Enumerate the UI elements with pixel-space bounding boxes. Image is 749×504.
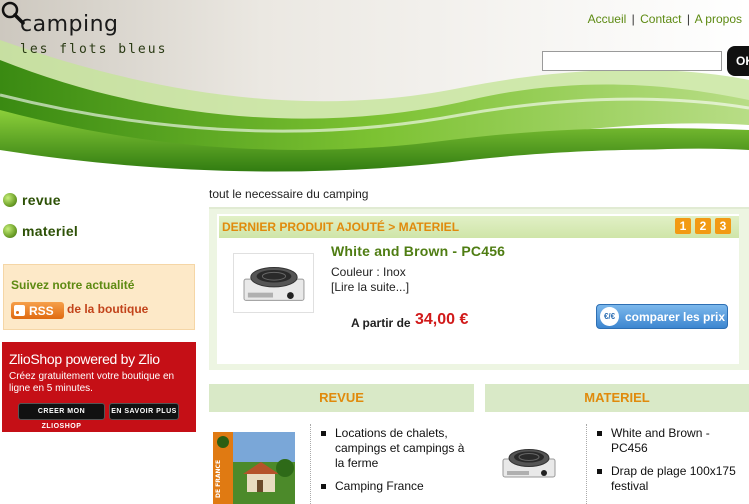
shop-feed-link[interactable]: de la boutique (67, 302, 148, 316)
search-icon (1, 1, 25, 25)
follow-news-box: Suivez notre actualité RSS de la boutiqu… (3, 264, 195, 330)
featured-product-panel: DERNIER PRODUIT AJOUTÉ > MATERIEL 1 2 3 … (209, 207, 749, 370)
top-navigation: Accueil | Contact | A propos (588, 12, 742, 26)
page: camping les flots bleus Accueil | Contac… (0, 0, 749, 504)
sidebar-item-label: revue (22, 192, 61, 208)
site-title[interactable]: camping (20, 12, 119, 37)
header: camping les flots bleus Accueil | Contac… (0, 0, 749, 180)
price-label: A partir de (351, 316, 411, 330)
nav-about-link[interactable]: A propos (695, 12, 742, 26)
search-submit-button[interactable]: OK (727, 46, 749, 76)
pager-page-3[interactable]: 3 (715, 218, 731, 234)
learn-more-button[interactable]: EN SAVOIR PLUS (109, 403, 179, 420)
read-more-link[interactable]: [Lire la suite...] (331, 280, 409, 294)
rss-button[interactable]: RSS (11, 302, 64, 319)
intro-text: tout le necessaire du camping (209, 187, 369, 201)
pager-page-1[interactable]: 1 (675, 218, 691, 234)
product-attribute: Couleur : Inox (331, 265, 406, 279)
rss-icon (14, 305, 25, 316)
breadcrumb[interactable]: DERNIER PRODUIT AJOUTÉ > MATERIEL (222, 220, 459, 234)
follow-title: Suivez notre actualité (11, 278, 135, 292)
list-item[interactable]: White and Brown - PC456 (595, 426, 745, 456)
compare-prices-button[interactable]: €/€ comparer les prix (596, 304, 728, 329)
list-item[interactable]: Locations de chalets, campings et campin… (319, 426, 477, 471)
zlio-title: ZlioShop powered by Zlio (9, 351, 160, 367)
compare-prices-label: comparer les prix (625, 309, 726, 324)
list-item[interactable]: Camping France (319, 479, 477, 494)
bullet-icon (3, 224, 17, 238)
create-zlioshop-button[interactable]: CREER MON ZLIOSHOP (18, 403, 105, 430)
column-divider (586, 424, 587, 504)
sidebar-item-revue[interactable]: revue (3, 191, 61, 209)
product-name-link[interactable]: White and Brown - PC456 (331, 243, 505, 259)
sidebar-item-label: materiel (22, 223, 79, 239)
nav-home-link[interactable]: Accueil (588, 12, 627, 26)
sidebar-item-materiel[interactable]: materiel (3, 222, 78, 240)
pager-page-2[interactable]: 2 (695, 218, 711, 234)
revue-column-header[interactable]: REVUE (209, 384, 474, 412)
product-price: 34,00 € (415, 311, 469, 328)
nav-contact-link[interactable]: Contact (640, 12, 681, 26)
bullet-icon (3, 193, 17, 207)
list-item[interactable]: Drap de plage 100x175 festival (595, 464, 745, 494)
featured-pager: 1 2 3 (675, 218, 731, 234)
nav-separator: | (631, 12, 635, 26)
revue-thumbnail[interactable]: DE FRANCE (213, 432, 295, 504)
revue-thumbnail-label: DE FRANCE (215, 460, 222, 498)
site-tagline: les flots bleus (20, 42, 168, 57)
featured-header: DERNIER PRODUIT AJOUTÉ > MATERIEL 1 2 3 (219, 216, 739, 238)
materiel-thumbnail[interactable] (497, 437, 561, 487)
nav-separator: | (686, 12, 690, 26)
revue-list: Locations de chalets, campings et campin… (319, 426, 477, 502)
materiel-list: White and Brown - PC456 Drap de plage 10… (595, 426, 745, 502)
column-divider (310, 424, 311, 504)
euro-icon: €/€ (600, 307, 619, 326)
materiel-column-header[interactable]: MATERIEL (485, 384, 749, 412)
rss-label: RSS (29, 303, 54, 318)
product-image[interactable] (233, 253, 314, 313)
zlio-text: Créez gratuitement votre boutique en lig… (9, 371, 175, 394)
zlioshop-promo: ZlioShop powered by Zlio Créez gratuitem… (2, 342, 196, 432)
search-input[interactable] (542, 51, 722, 71)
